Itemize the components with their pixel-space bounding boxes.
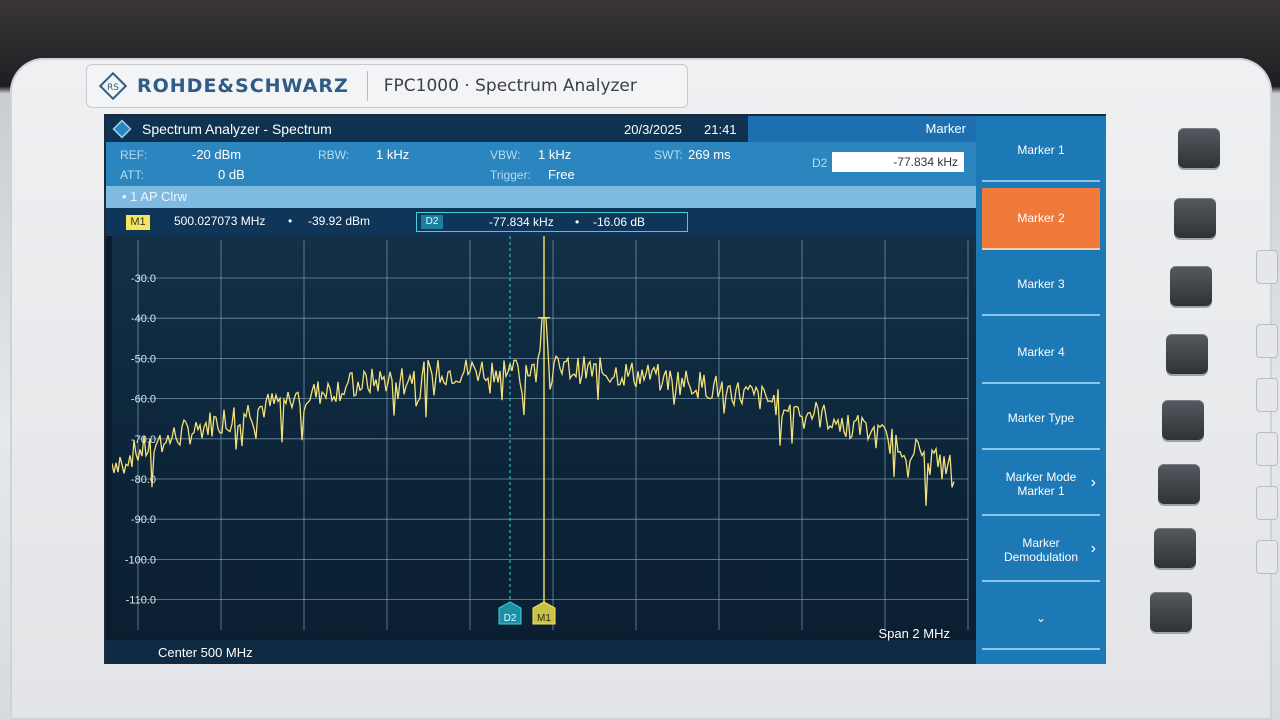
softkey-label: Marker 3 (1017, 277, 1065, 291)
rs-logo-icon: RS (97, 70, 129, 102)
hardware-softkey-6[interactable] (1158, 464, 1200, 504)
marker-tag-label: D2 (504, 613, 517, 624)
rbw-value[interactable]: 1 kHz (376, 147, 409, 162)
brand-divider (366, 71, 368, 101)
marker-readout-bar: M1 500.027073 MHz • -39.92 dBm D2 -77.83… (106, 208, 976, 236)
m1-frequency: 500.027073 MHz (174, 214, 266, 228)
vbw-value[interactable]: 1 kHz (538, 147, 571, 162)
title-bar: Spectrum Analyzer - Spectrum 20/3/2025 2… (106, 116, 748, 142)
chevron-right-icon: › (1090, 540, 1096, 557)
d2-separator: • (575, 215, 580, 229)
softkey-7[interactable]: Marker Demodulation › (982, 520, 1100, 582)
softkey-4[interactable]: Marker 4 (982, 322, 1100, 384)
softkey-label: Marker 1 (1017, 143, 1065, 157)
brand-plate: RS ROHDE&SCHWARZ FPC1000 · Spectrum Anal… (86, 64, 688, 108)
trace-status[interactable]: • 1 AP Clrw (106, 186, 976, 208)
device-photo: RS ROHDE&SCHWARZ FPC1000 · Spectrum Anal… (0, 0, 1280, 720)
parameter-bar: REF: -20 dBm ATT: 0 dB RBW: 1 kHz VBW: 1… (106, 142, 976, 186)
softkey-label: Marker 2 (1017, 211, 1065, 225)
m1-separator: • (288, 214, 293, 228)
model-name: FPC1000 · Spectrum Analyzer (383, 76, 637, 96)
screen-title: Spectrum Analyzer - Spectrum (142, 121, 332, 137)
plot-grid (137, 240, 969, 630)
spectrum-plot-svg: -30.0-40.0-50.0-60.0-70.0-80.0-90.0-100.… (111, 236, 969, 630)
softkey-2[interactable]: Marker 2 (982, 188, 1100, 250)
side-key[interactable] (1256, 250, 1278, 284)
menu-title: Marker (748, 116, 976, 142)
y-axis-label: -50.0 (131, 353, 156, 365)
vbw-label: VBW: (490, 148, 521, 162)
softkey-label: Marker Demodulation (1003, 536, 1079, 564)
d2-tag: D2 (421, 215, 443, 229)
app-diamond-icon[interactable] (112, 119, 132, 139)
softkey-label: ⌄ (1035, 611, 1047, 625)
side-key[interactable] (1256, 324, 1278, 358)
d2-readout[interactable]: D2 -77.834 kHz • -16.06 dB (416, 212, 688, 232)
swt-value[interactable]: 269 ms (688, 147, 731, 162)
span-value[interactable]: Span 2 MHz (878, 626, 950, 641)
marker-tag-label: M1 (537, 613, 551, 624)
hardware-softkey-1[interactable] (1178, 128, 1220, 168)
softkey-label: Marker 4 (1017, 345, 1065, 359)
d2-level: -16.06 dB (593, 215, 646, 229)
m1-level: -39.92 dBm (308, 214, 371, 228)
softkey-6[interactable]: Marker Mode Marker 1 › (982, 454, 1100, 516)
hardware-softkey-7[interactable] (1154, 528, 1196, 568)
hardware-softkey-8[interactable] (1150, 592, 1192, 632)
center-frequency[interactable]: Center 500 MHz (158, 645, 253, 660)
softkey-8[interactable]: ⌄ (982, 588, 1100, 650)
softkey-1[interactable]: Marker 1 (982, 120, 1100, 182)
hardware-softkey-5[interactable] (1162, 400, 1204, 440)
rbw-label: RBW: (318, 148, 350, 162)
y-axis-label: -90.0 (131, 514, 156, 526)
side-key[interactable] (1256, 540, 1278, 574)
ref-label: REF: (120, 148, 148, 162)
softkey-label: Marker Mode Marker 1 (1005, 470, 1077, 498)
analyzer-screen: Spectrum Analyzer - Spectrum 20/3/2025 2… (104, 114, 1106, 664)
brand-name: ROHDE&SCHWARZ (137, 75, 349, 97)
marker-tags: D2 M1 (498, 317, 556, 625)
side-key[interactable] (1256, 432, 1278, 466)
softkey-3[interactable]: Marker 3 (982, 254, 1100, 316)
side-key[interactable] (1256, 486, 1278, 520)
softkey-label: Marker Type (1007, 411, 1075, 425)
spectrum-plot[interactable]: -30.0 -40.0 -50.0 -60.0 -70.0 -80.0 -90.0 -100.… (111, 236, 976, 640)
m1-tag: M1 (126, 215, 150, 230)
trigger-label: Trigger: (490, 168, 531, 182)
softkey-panel: Marker 1 Marker 2 Marker 3 Marker 4 Marker T… (976, 116, 1106, 664)
att-label: ATT: (120, 168, 144, 182)
y-axis-label: -100.0 (125, 554, 156, 566)
date-readout: 20/3/2025 (624, 121, 682, 137)
d2-frequency-input[interactable]: -77.834 kHz (832, 152, 964, 172)
softkey-5[interactable]: Marker Type (982, 388, 1100, 450)
hardware-softkey-4[interactable] (1166, 334, 1208, 374)
swt-label: SWT: (654, 148, 683, 162)
chevron-right-icon: › (1090, 474, 1096, 491)
ref-value[interactable]: -20 dBm (192, 147, 241, 162)
plot-footer: Center 500 MHz Span 2 MHz (106, 626, 976, 664)
hardware-softkey-2[interactable] (1174, 198, 1216, 238)
y-axis-label: -30.0 (131, 273, 156, 285)
side-key[interactable] (1256, 378, 1278, 412)
y-axis-label: -40.0 (131, 313, 156, 325)
d2-input-label: D2 (812, 156, 828, 170)
spectrum-trace (111, 317, 955, 506)
d2-frequency: -77.834 kHz (489, 215, 554, 229)
att-value[interactable]: 0 dB (218, 167, 245, 182)
y-axis-label: -60.0 (131, 394, 156, 406)
hardware-softkey-3[interactable] (1170, 266, 1212, 306)
y-axis-label: -110.0 (126, 595, 156, 607)
trigger-value[interactable]: Free (548, 167, 575, 182)
y-axis-labels: -30.0-40.0-50.0-60.0-70.0-80.0-90.0-100.… (125, 273, 156, 607)
time-readout: 21:41 (704, 121, 737, 137)
svg-text:RS: RS (107, 83, 119, 93)
